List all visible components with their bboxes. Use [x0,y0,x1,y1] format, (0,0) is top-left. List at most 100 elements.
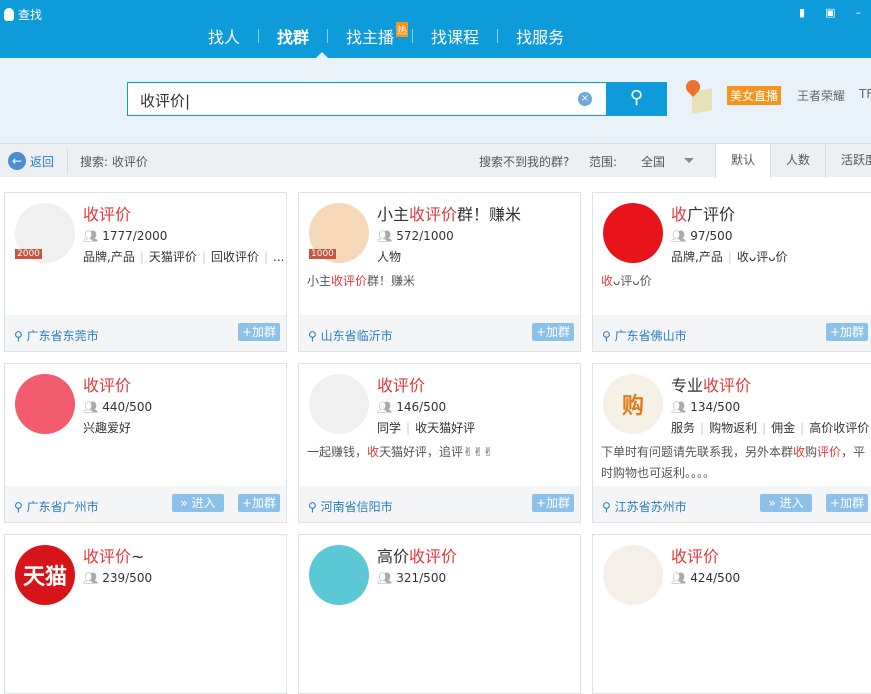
keyword-highlight: 收评价 [409,205,458,224]
card-footer: ⚲ 河南省信阳市 +加群 [299,486,580,522]
group-tags: 人物 [377,248,577,265]
group-avatar[interactable]: 天猫 [15,545,75,605]
sort-members[interactable]: 人数 [770,144,825,178]
join-group-button[interactable]: +加群 [531,494,574,512]
keyword-highlight: 评价 [817,445,842,459]
group-avatar[interactable]: 购 [603,374,663,434]
feedback-icon[interactable]: ▮ [799,6,805,19]
tab-find-streamer[interactable]: 找主播热 [328,22,412,48]
group-card[interactable]: 天猫 收评价~ 👥︎ 239/500 [4,534,287,694]
location-pin-icon: ⚲ [308,500,321,514]
users-icon: 👥︎ [377,229,393,243]
group-avatar[interactable] [309,545,369,605]
tag-link[interactable]: TF [859,87,871,101]
join-group-button[interactable]: +加群 [825,494,868,512]
group-avatar[interactable] [603,545,663,605]
location: ⚲ 河南省信阳市 [308,498,393,515]
group-avatar[interactable] [309,374,369,434]
group-avatar[interactable] [603,203,663,263]
arrow-left-icon: ← [8,152,26,170]
location: ⚲ 江苏省苏州市 [602,498,687,515]
text-segment: 高价 [377,547,410,566]
group-card[interactable]: 高价收评价 👥︎ 321/500 [298,534,581,694]
location: ⚲ 广东省广州市 [14,498,99,515]
not-found-link[interactable]: 搜索不到我的群? [479,153,569,170]
group-card[interactable]: 2000 收评价 👥︎1777/2000 品牌,产品|天猫评价|回收评价|... ⚲ 广… [4,192,287,352]
tag: 同学 [377,421,402,435]
keyword-highlight: 收评价 [409,547,458,566]
city-text: 河南省信阳市 [320,500,393,514]
text-segment: 专业 [671,376,704,395]
card-footer: ⚲ 山东省临沂市 +加群 [299,315,580,351]
qq-logo-icon [4,8,14,21]
group-card[interactable]: 收评价 👥︎ 440/500 兴趣爱好 ⚲ 广东省广州市 » 进入 +加群 [4,363,287,523]
users-icon: 👥︎ [377,400,393,414]
tag: 服务 [671,421,696,435]
tab-label: 找主播 [346,28,395,47]
range-select[interactable]: 全国 [641,153,665,170]
enter-button[interactable]: » 进入 [760,494,812,512]
member-count: 👥︎ 440/500 [83,400,152,414]
tab-find-course[interactable]: 找课程 [413,24,497,48]
lock-icon[interactable]: ▣ [825,6,835,19]
group-title[interactable]: 收广评价 [671,201,735,225]
group-description: 小主收评价群！赚米 [307,271,573,292]
location: ⚲ 山东省临沂市 [308,327,393,344]
back-button[interactable]: ← 返回 [8,152,54,170]
location-pin-icon: ⚲ [602,329,615,343]
group-title[interactable]: 收评价 [83,372,131,396]
users-icon: 👥︎ [83,400,99,414]
text-segment: ~ [131,547,145,566]
join-group-button[interactable]: +加群 [237,323,280,341]
group-card[interactable]: 收评价 👥︎ 146/500 同学 | 收天猫好评 一起赚钱，收天猫好评，追评✌✌✌ ⚲ 河南… [298,363,581,523]
keyword-highlight: 收评价 [331,274,368,288]
header: 查找 ▮ ▣ – 找人 找群 找主播热 找课程 找服务 [0,0,871,58]
users-icon: 👥︎ [671,229,687,243]
search-input[interactable]: 收评价| × [127,82,607,116]
sort-activity[interactable]: 活跃度 [825,144,871,178]
member-count: 👥︎ 134/500 [671,400,740,414]
clear-icon[interactable]: × [578,92,592,106]
group-title[interactable]: 高价收评价 [377,543,457,567]
sort-default[interactable]: 默认 [715,144,770,178]
group-title[interactable]: 专业收评价 [671,372,751,396]
group-avatar[interactable] [15,374,75,434]
hot-tag-link[interactable]: 美女直播 [727,86,782,105]
tag: 天猫评价 [148,250,197,264]
minimize-icon[interactable]: – [856,6,862,19]
member-count-text: 321/500 [396,571,447,585]
join-group-button[interactable]: +加群 [237,494,280,512]
tag-link[interactable]: 王者荣耀 [797,87,845,104]
join-group-button[interactable]: +加群 [531,323,574,341]
group-description: 收ᴗ评ᴗ价 [601,271,867,292]
group-title[interactable]: 收评价 [377,372,425,396]
join-group-button[interactable]: +加群 [825,323,868,341]
enter-button[interactable]: » 进入 [172,494,224,512]
city-text: 山东省临沂市 [320,329,393,343]
keyword-highlight: 收评价 [671,547,720,566]
tab-find-people[interactable]: 找人 [190,24,258,48]
group-card[interactable]: 1000 小主收评价群！赚米 👥︎ 572/1000 人物 小主收评价群！赚米 ⚲ 山东省临… [298,192,581,352]
location-map-icon[interactable] [683,77,712,114]
chevron-down-icon[interactable] [684,158,694,163]
group-card[interactable]: 购 专业收评价 👥︎ 134/500 服务 | 购物返利 | 佣金 | 高价收评价 下单时有问题请先联… [592,363,871,523]
tag: 品牌,产品 [83,250,135,264]
search-button[interactable]: ⚲ [606,82,667,116]
users-icon: 👥︎ [83,229,99,243]
group-card[interactable]: 收评价 👥︎ 424/500 [592,534,871,694]
hot-badge: 热 [396,22,409,37]
tab-find-group[interactable]: 找群 [259,24,327,48]
tab-find-service[interactable]: 找服务 [498,24,582,48]
city-text: 广东省东莞市 [26,329,99,343]
group-title[interactable]: 收评价~ [83,543,144,567]
tag: 收ᴗ评ᴗ价 [736,250,788,264]
group-title[interactable]: 小主收评价群！赚米 [377,201,521,225]
member-count: 👥︎ 239/500 [83,571,152,585]
city-text: 江苏省苏州市 [614,500,687,514]
group-card[interactable]: 收广评价 👥︎ 97/500 品牌,产品 | 收ᴗ评ᴗ价 收ᴗ评ᴗ价 ⚲ 广东省佛山市 +加群 [592,192,871,352]
keyword-highlight: 收评价 [377,376,426,395]
city-text: 广东省佛山市 [614,329,687,343]
group-title[interactable]: 收评价 [83,201,131,225]
tag: 购物返利 [709,421,758,435]
group-title[interactable]: 收评价 [671,543,719,567]
